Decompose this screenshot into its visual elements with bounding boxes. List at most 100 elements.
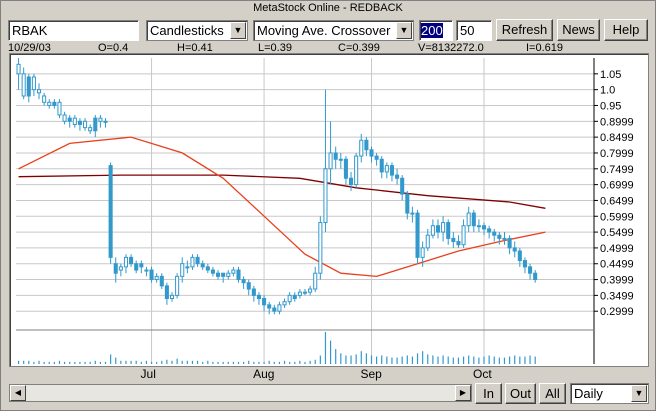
x-tick-label: Aug [253, 367, 275, 381]
candle-body [313, 272, 318, 290]
x-tick-label: Sep [360, 367, 382, 381]
app-window: MetaStock Online - REDBACK RBAK Candlest… [0, 0, 656, 411]
y-tick-label: 0.95 [600, 100, 621, 112]
scroll-left-icon[interactable]: ◀ [10, 385, 26, 401]
y-tick-label: 0.5499 [600, 227, 634, 239]
candle-body [497, 234, 502, 239]
candle-body [512, 247, 517, 252]
y-tick-label: 0.3999 [600, 275, 634, 287]
candle-body [88, 127, 93, 132]
candle-body [175, 275, 180, 296]
candle-body [487, 228, 492, 233]
zoom-out-button[interactable]: Out [505, 383, 536, 404]
candle-body [333, 152, 338, 160]
candle-body [415, 212, 420, 258]
candle-body [139, 263, 144, 268]
help-button[interactable]: Help [604, 19, 648, 41]
candle-body [123, 256, 129, 268]
param1-input[interactable]: 200 [419, 20, 453, 41]
candle-body [231, 269, 236, 274]
candle-body [533, 272, 538, 281]
candle-body [62, 114, 67, 122]
candle-body [369, 149, 374, 157]
y-tick-label: 0.8999 [600, 116, 634, 128]
chevron-down-icon[interactable]: ▼ [631, 385, 647, 402]
price-chart[interactable]: 1.05 1.0 0.95 0.8999 0.8499 0.7999 0.7499 0.699… [10, 54, 648, 366]
candle-body [72, 117, 77, 125]
y-tick-label: 0.4499 [600, 259, 634, 271]
candle-body [308, 288, 313, 293]
candle-body [241, 279, 246, 284]
candle-body [98, 117, 103, 122]
candle-body [169, 294, 175, 300]
candle-body [343, 158, 348, 179]
y-tick-label: 0.8499 [600, 132, 634, 144]
y-tick-label: 0.3499 [600, 290, 634, 302]
candle-body [103, 120, 108, 123]
candle-body [476, 225, 481, 228]
chevron-down-icon[interactable]: ▼ [230, 22, 246, 39]
y-tick-label: 0.7999 [600, 148, 634, 160]
candle-body [359, 139, 364, 157]
candle-body [246, 282, 251, 290]
candle-body [354, 155, 359, 186]
candle-body [129, 256, 134, 265]
candle-body [323, 168, 328, 224]
candle-body [338, 158, 343, 161]
candle-body [364, 139, 369, 151]
candle-body [379, 158, 384, 173]
candle-body [108, 165, 113, 258]
candle-body [236, 269, 241, 281]
candle-body [256, 294, 261, 300]
candle-body [456, 241, 461, 246]
chart-type-value: Candlesticks [150, 23, 224, 38]
candle-body [57, 101, 62, 116]
candle-body [302, 291, 308, 294]
candle-body [113, 263, 118, 274]
y-tick-label: 1.05 [600, 69, 621, 81]
period-select[interactable]: Daily ▼ [570, 383, 649, 404]
scroll-right-icon[interactable]: ▶ [455, 385, 471, 401]
candle-body [31, 76, 36, 91]
candle-body [77, 120, 82, 125]
candle-body [461, 225, 466, 246]
candle-body [318, 222, 323, 274]
chevron-down-icon[interactable]: ▼ [396, 22, 412, 39]
candle-body [435, 225, 441, 233]
moving-average-short [18, 136, 546, 278]
candle-body [267, 304, 272, 309]
candle-body [210, 269, 215, 274]
candle-body [502, 237, 507, 240]
y-tick-label: 0.7499 [600, 164, 634, 176]
candle-body [154, 275, 159, 281]
chart-area[interactable]: 1.05 1.0 0.95 0.8999 0.8499 0.7999 0.7499 0.699… [9, 53, 649, 367]
candle-body [36, 89, 42, 94]
refresh-button[interactable]: Refresh [496, 19, 553, 41]
candle-body [185, 266, 190, 269]
candle-body [67, 117, 72, 122]
zoom-in-button[interactable]: In [475, 383, 502, 404]
candle-body [262, 298, 267, 306]
symbol-input[interactable]: RBAK [8, 20, 139, 41]
candle-body [164, 285, 169, 300]
param2-input[interactable]: 50 [456, 20, 492, 41]
study-select[interactable]: Moving Ave. Crossover ▼ [253, 20, 414, 41]
y-tick-label: 0.5999 [600, 211, 634, 223]
horizontal-scrollbar[interactable]: ◀ ▶ [9, 384, 472, 402]
candle-body [52, 101, 57, 106]
x-tick-label: Jul [140, 367, 156, 381]
news-button[interactable]: News [557, 19, 600, 41]
candle-body [149, 269, 154, 281]
y-tick-label: 0.2999 [600, 306, 634, 318]
candle-body [481, 225, 487, 230]
zoom-all-button[interactable]: All [539, 383, 566, 404]
chart-type-select[interactable]: Candlesticks ▼ [146, 20, 248, 41]
candle-body [42, 95, 47, 103]
candle-body [522, 260, 527, 268]
candle-body [190, 256, 195, 268]
candle-body [349, 177, 354, 186]
candle-body [118, 266, 123, 271]
period-value: Daily [574, 386, 603, 401]
candle-body [400, 177, 405, 195]
candle-body [507, 237, 512, 249]
